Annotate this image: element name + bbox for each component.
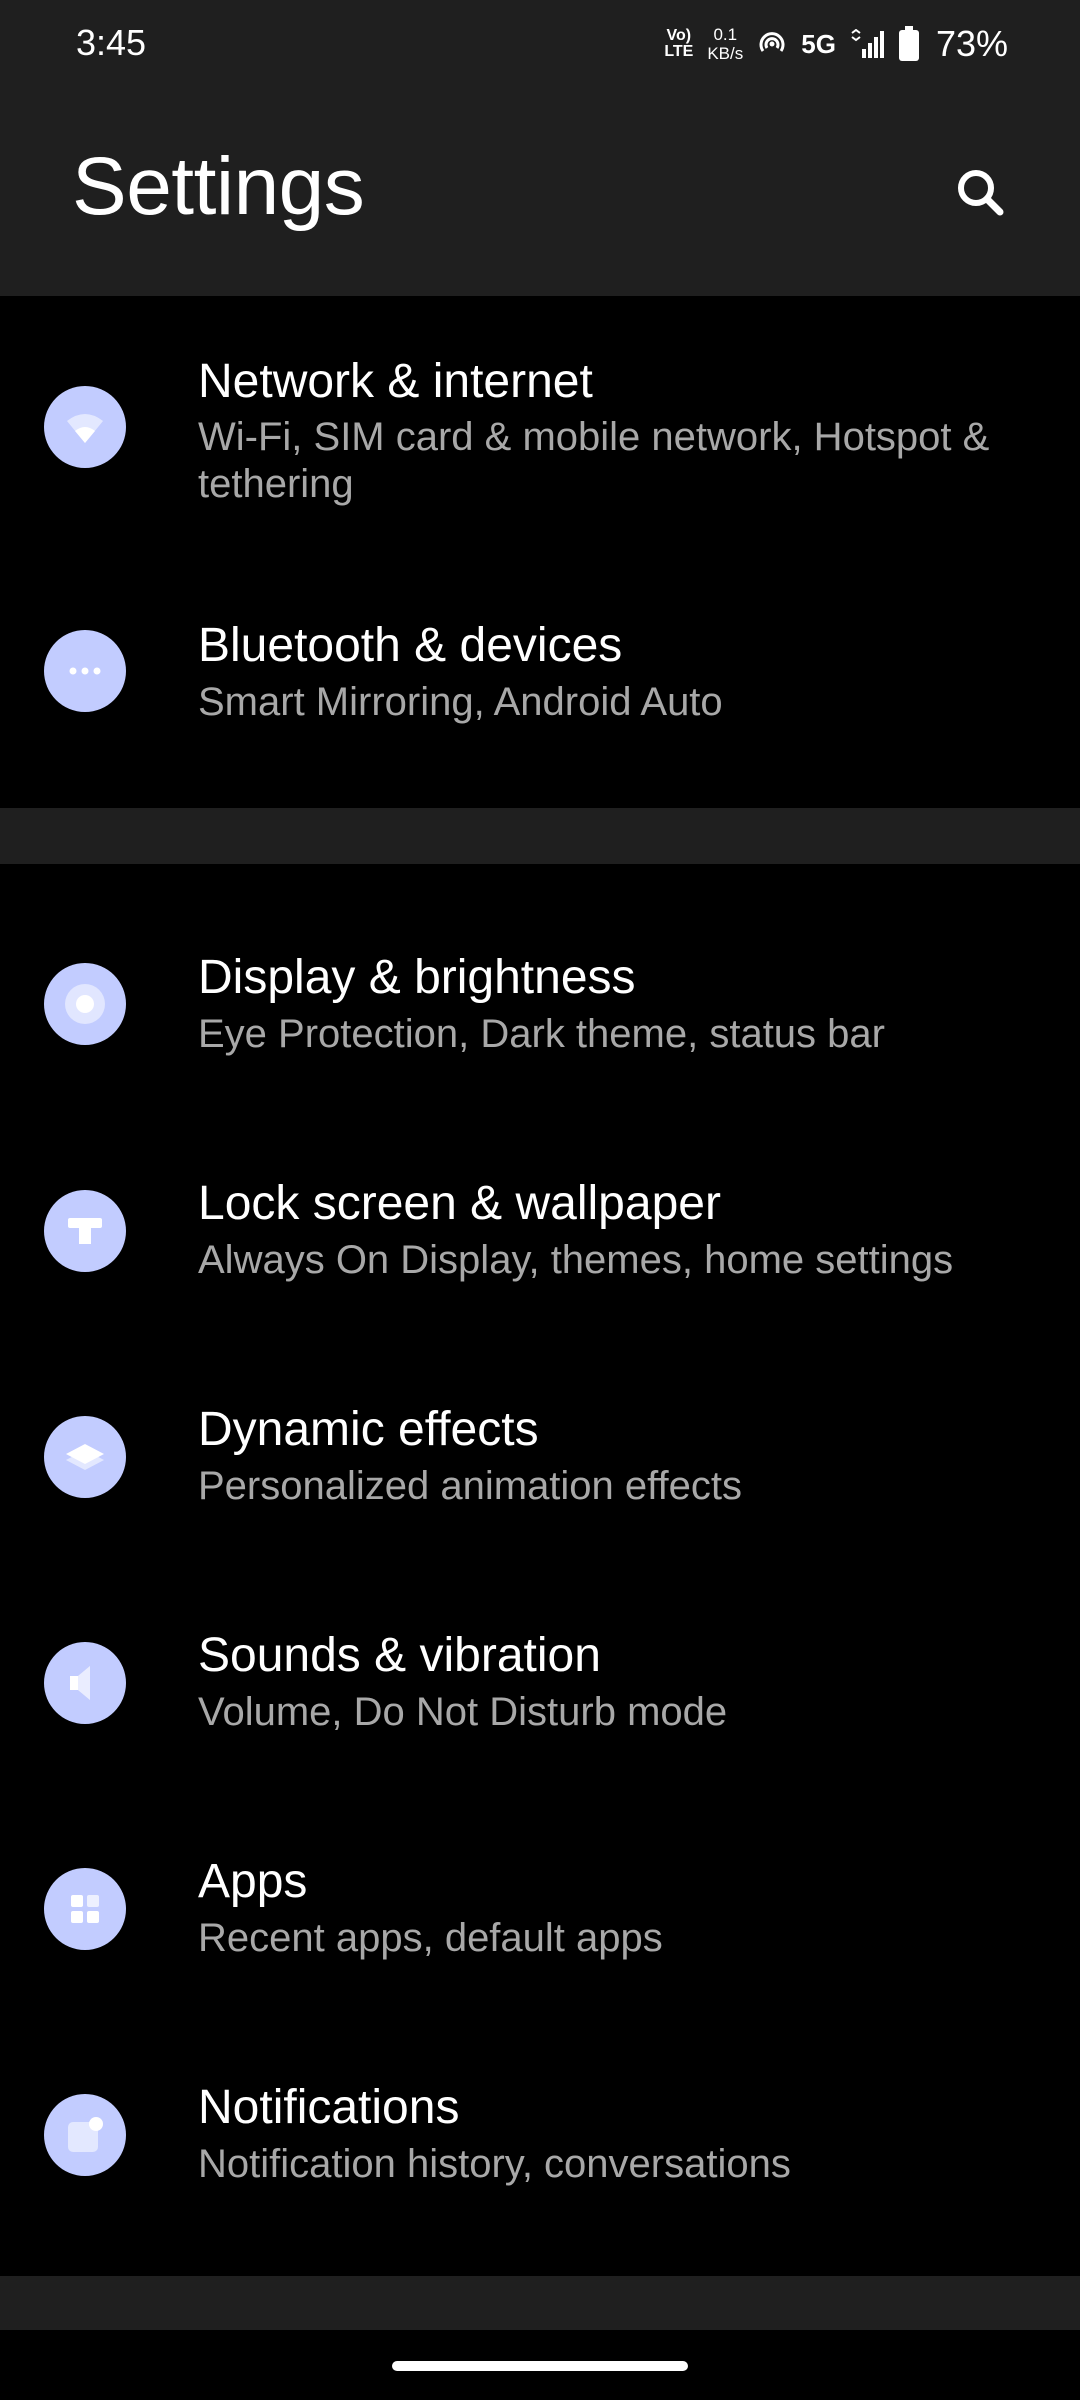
speed-value: 0.1 [713,25,738,44]
volte-bottom: LTE [664,43,694,60]
item-title: Network & internet [198,355,593,408]
item-title: Apps [198,1855,308,1908]
status-time: 3:45 [76,22,147,63]
settings-item-apps[interactable]: Apps Recent apps, default apps [0,1794,1080,2020]
section-divider-bottom [0,2276,1080,2330]
settings-item-network[interactable]: Network & internet Wi-Fi, SIM card & mob… [0,296,1080,536]
home-gesture-bar[interactable] [392,2361,688,2371]
layers-icon [44,1416,126,1498]
item-subtitle: Eye Protection, Dark theme, status bar [198,1012,885,1056]
settings-item-dynamic-effects[interactable]: Dynamic effects Personalized animation e… [0,1342,1080,1568]
section-divider [0,808,1080,864]
item-subtitle: Always On Display, themes, home settings [198,1238,954,1282]
item-title: Bluetooth & devices [198,619,623,672]
item-subtitle: Wi-Fi, SIM card & mobile network, Hotspo… [198,415,990,506]
page-title: Settings [72,141,365,232]
item-title: Sounds & vibration [198,1629,601,1682]
item-title: Dynamic effects [198,1403,539,1456]
signal-icon [851,29,884,58]
apps-grid-icon [44,1868,126,1950]
search-icon [958,170,1004,216]
speaker-icon [44,1642,126,1724]
speed-unit: KB/s [707,44,744,63]
item-subtitle: Personalized animation effects [198,1464,743,1508]
settings-item-notifications[interactable]: Notifications Notification history, conv… [0,2020,1080,2246]
item-title: Lock screen & wallpaper [198,1177,721,1230]
item-subtitle: Recent apps, default apps [198,1916,663,1960]
battery-icon [898,26,919,61]
item-subtitle: Notification history, conversations [198,2142,791,2186]
volte-top: Vo) [666,27,692,44]
settings-item-bluetooth[interactable]: Bluetooth & devices Smart Mirroring, And… [0,566,1080,806]
wifi-icon [44,386,126,468]
volte-icon: Vo) LTE [664,28,693,60]
brightness-icon [44,963,126,1045]
more-dots-icon [44,630,126,712]
status-bar: 3:45 Vo) LTE 0.1 KB/s 5G 73% [0,0,1080,90]
battery-level: 73% [935,23,1008,64]
lock-screen-icon [44,1190,126,1272]
status-icons: Vo) LTE 0.1 KB/s 5G 73% [664,20,1008,68]
settings-item-sounds[interactable]: Sounds & vibration Volume, Do Not Distur… [0,1568,1080,1794]
settings-item-lock-screen[interactable]: Lock screen & wallpaper Always On Displa… [0,1116,1080,1342]
settings-item-display[interactable]: Display & brightness Eye Protection, Dar… [0,890,1080,1116]
search-button[interactable] [938,150,1022,234]
app-bar: Settings [0,90,1080,296]
item-title: Display & brightness [198,951,636,1004]
hotspot-icon [759,32,785,52]
network-type: 5G [801,28,836,59]
network-speed: 0.1 KB/s [707,25,743,63]
item-subtitle: Smart Mirroring, Android Auto [198,680,723,724]
item-subtitle: Volume, Do Not Disturb mode [198,1690,728,1734]
item-title: Notifications [198,2081,460,2134]
notification-icon [44,2094,126,2176]
